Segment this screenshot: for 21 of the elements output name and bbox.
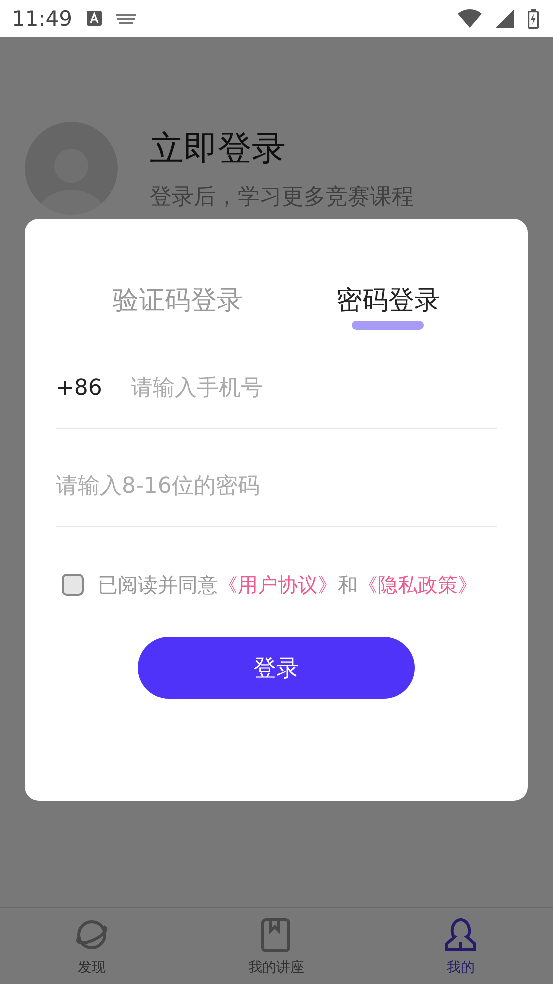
phone-field[interactable]: 请输入手机号 [131,376,497,400]
policy-link[interactable]: 《隐私政策》 [358,573,478,597]
clock-time: 11:49 [12,6,73,30]
policy-link[interactable]: 《用户协议》 [218,573,338,597]
keyboard-icon [116,14,136,24]
nav-tab[interactable]: 发现 [0,908,184,984]
login-tab[interactable]: 密码登录 [336,283,440,330]
keyboard-input-icon [86,11,102,26]
nav-tab[interactable]: 我的讲座 [184,908,369,984]
agreement-text: 已阅读并同意《用户协议》和《隐私政策》 [98,572,478,599]
login-title: 立即登录 [150,128,287,170]
agreement-checkbox[interactable] [62,574,84,596]
login-tab[interactable]: 验证码登录 [112,283,243,330]
login-button[interactable]: 登录 [138,637,415,699]
wifi-icon [458,9,482,28]
login-subtitle: 登录后，学习更多竞赛课程 [150,184,414,212]
country-code[interactable]: +86 [56,376,131,400]
signal-icon [496,10,514,28]
nav-tab[interactable]: 我的 [368,908,553,984]
battery-icon [528,8,539,28]
password-field[interactable]: 请输入8-16位的密码 [56,474,497,498]
